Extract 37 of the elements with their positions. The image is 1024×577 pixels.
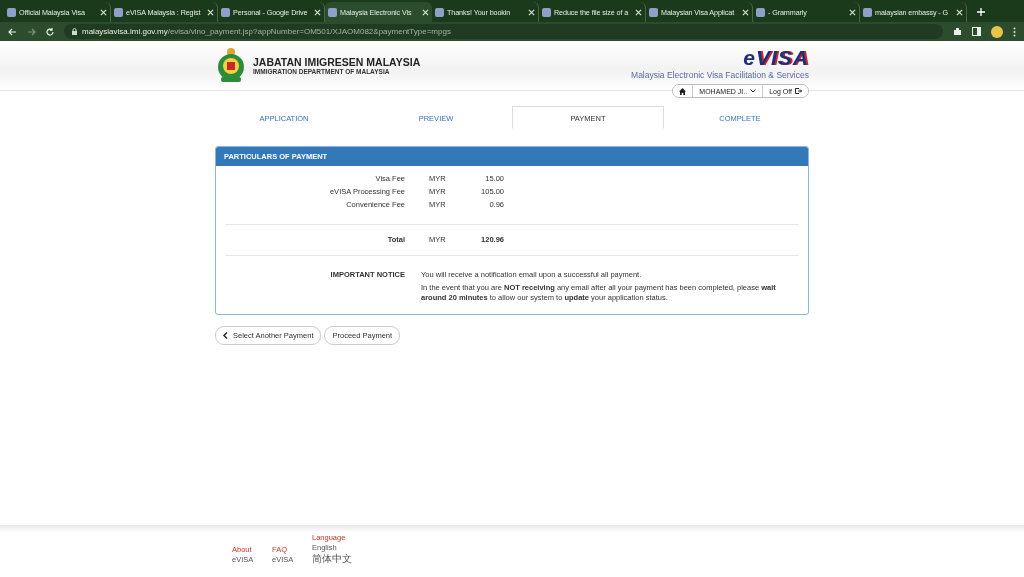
back-icon[interactable] xyxy=(8,27,17,36)
address-field[interactable]: malaysiavisa.imi.gov.my/evisa/vlno_payment.jsp?appNumber=OM501/XJAOM082&paymentType=mpgs xyxy=(64,24,943,39)
home-icon xyxy=(679,87,687,95)
sidebar-icon[interactable] xyxy=(972,27,981,36)
emblem-icon xyxy=(215,47,247,83)
chevron-icon xyxy=(750,89,757,93)
close-icon[interactable] xyxy=(100,8,107,16)
favicon-icon xyxy=(7,7,16,17)
chevron-left-icon xyxy=(223,331,228,339)
favicon-icon xyxy=(114,7,123,17)
favicon-icon xyxy=(756,7,765,17)
favicon-icon xyxy=(221,7,230,17)
close-icon[interactable] xyxy=(956,8,963,16)
extensions-icon[interactable] xyxy=(953,27,962,36)
close-icon[interactable] xyxy=(742,8,749,16)
favicon-icon xyxy=(863,7,872,17)
lock-icon xyxy=(72,28,77,35)
reload-icon[interactable] xyxy=(46,27,54,36)
favicon-icon xyxy=(649,7,658,17)
footer-link[interactable]: 简体中文 xyxy=(312,553,352,564)
org-name: JABATAN IMIGRESEN MALAYSIA xyxy=(253,55,421,68)
favicon-icon xyxy=(542,7,551,17)
logout-icon xyxy=(795,88,802,94)
close-icon[interactable] xyxy=(849,8,856,16)
tagline: Malaysia Electronic Visa Facilitation & Services xyxy=(631,70,809,80)
close-icon[interactable] xyxy=(635,8,642,16)
favicon-icon xyxy=(435,7,444,17)
close-icon[interactable] xyxy=(528,8,535,16)
menu-icon[interactable] xyxy=(1013,26,1016,37)
close-icon[interactable] xyxy=(314,8,321,16)
close-icon[interactable] xyxy=(207,8,214,16)
evisa-logo: eVISA xyxy=(743,47,809,68)
favicon-icon xyxy=(328,7,337,17)
new-tab-icon[interactable] xyxy=(977,8,985,16)
forward-icon[interactable] xyxy=(27,27,36,36)
avatar-icon[interactable] xyxy=(991,25,1003,38)
close-icon[interactable] xyxy=(422,8,429,16)
